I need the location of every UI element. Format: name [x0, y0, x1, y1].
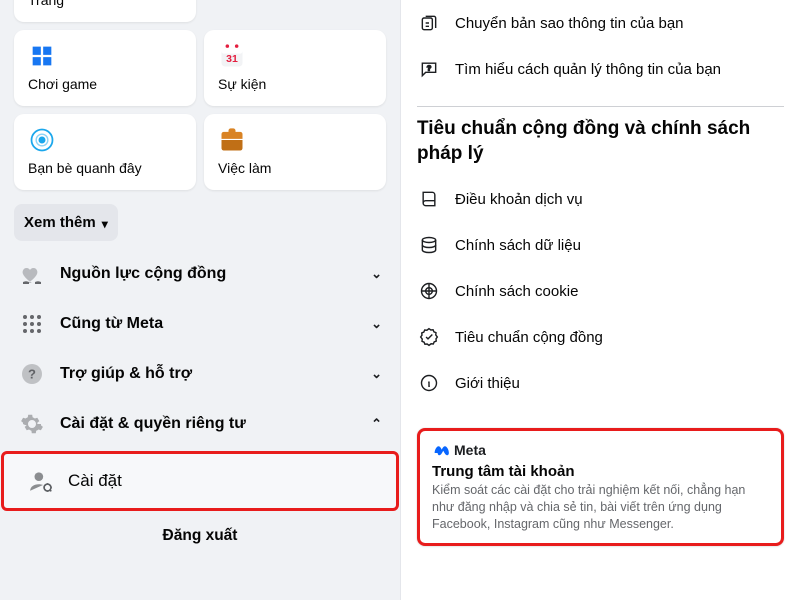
shortcut-card-nearby[interactable]: Bạn bè quanh đây: [14, 114, 196, 190]
row-about[interactable]: Giới thiệu: [417, 360, 784, 406]
section-heading-policies: Tiêu chuẩn cộng đồng và chính sách pháp …: [417, 117, 784, 166]
chevron-down-icon: ⌄: [371, 366, 382, 382]
chevron-down-icon: ⌄: [371, 266, 382, 282]
heart-hands-icon: [18, 260, 46, 288]
shortcut-label: Việc làm: [218, 160, 372, 176]
meta-logo: Meta: [432, 441, 769, 459]
badge-check-icon: [417, 325, 441, 349]
right-policies-pane: Chuyển bản sao thông tin của bạn ? Tìm h…: [400, 0, 800, 600]
chevron-up-icon: ⌃: [371, 416, 382, 432]
svg-text:31: 31: [226, 53, 238, 65]
person-gear-icon: [28, 468, 54, 494]
row-manage-info[interactable]: ? Tìm hiểu cách quản lý thông tin của bạ…: [417, 46, 784, 92]
left-menu-pane: Trang Chơi game 31 Sự kiện Bạn bè quanh …: [0, 0, 400, 600]
expand-row-also-from-meta[interactable]: Cũng từ Meta ⌄: [0, 299, 400, 349]
row-data-policy[interactable]: Chính sách dữ liệu: [417, 222, 784, 268]
help-icon: ?: [18, 360, 46, 388]
shortcut-card-jobs[interactable]: Việc làm: [204, 114, 386, 190]
meta-card-title: Trung tâm tài khoản: [432, 463, 769, 480]
shortcut-label: Sự kiện: [218, 76, 372, 92]
logout-button[interactable]: Đăng xuất: [0, 513, 400, 555]
book-icon: [417, 187, 441, 211]
svg-text:?: ?: [28, 367, 36, 382]
expand-row-label: Cũng từ Meta: [60, 315, 357, 333]
shortcut-card-pages[interactable]: Trang: [14, 0, 196, 22]
svg-text:?: ?: [427, 63, 432, 72]
chevron-down-icon: ⌄: [371, 316, 382, 332]
meta-brand-text: Meta: [454, 442, 486, 458]
expand-row-label: Nguồn lực cộng đồng: [60, 265, 357, 283]
row-community-standards[interactable]: Tiêu chuẩn cộng đồng: [417, 314, 784, 360]
expand-row-settings-privacy[interactable]: Cài đặt & quyền riêng tư ⌃: [0, 399, 400, 449]
grid-icon: [18, 310, 46, 338]
expand-row-help-support[interactable]: ? Trợ giúp & hỗ trợ ⌄: [0, 349, 400, 399]
row-terms[interactable]: Điều khoản dịch vụ: [417, 176, 784, 222]
row-label: Điều khoản dịch vụ: [455, 191, 583, 208]
briefcase-icon: [218, 126, 246, 154]
data-icon: [417, 233, 441, 257]
calendar-icon: 31: [218, 42, 246, 70]
row-label: Giới thiệu: [455, 375, 520, 392]
expand-row-label: Trợ giúp & hỗ trợ: [60, 365, 357, 383]
row-label: Chính sách dữ liệu: [455, 237, 581, 254]
divider: [417, 106, 784, 107]
nearby-icon: [28, 126, 56, 154]
sub-row-settings[interactable]: Cài đặt: [1, 451, 399, 511]
expand-row-label: Cài đặt & quyền riêng tư: [60, 415, 357, 433]
meta-card-description: Kiểm soát các cài đặt cho trải nghiệm kế…: [432, 482, 769, 533]
sub-row-label: Cài đặt: [68, 471, 122, 491]
info-icon: [417, 371, 441, 395]
row-label: Chính sách cookie: [455, 283, 578, 300]
shortcut-card-events[interactable]: 31 Sự kiện: [204, 30, 386, 106]
shortcut-label: Trang: [28, 0, 182, 8]
row-transfer-copy[interactable]: Chuyển bản sao thông tin của bạn: [417, 0, 784, 46]
logout-label: Đăng xuất: [163, 527, 238, 544]
shortcut-grid: Trang Chơi game 31 Sự kiện Bạn bè quanh …: [0, 0, 400, 190]
chevron-down-icon: ▾: [102, 217, 108, 231]
shortcut-card-games[interactable]: Chơi game: [14, 30, 196, 106]
cookie-icon: [417, 279, 441, 303]
gear-icon: [18, 410, 46, 438]
shortcut-label: Bạn bè quanh đây: [28, 160, 182, 176]
see-more-button[interactable]: Xem thêm ▾: [14, 204, 118, 241]
shortcut-label: Chơi game: [28, 76, 182, 92]
row-label: Tiêu chuẩn cộng đồng: [455, 329, 603, 346]
row-label: Tìm hiểu cách quản lý thông tin của bạn: [455, 61, 721, 78]
expand-row-community-resources[interactable]: Nguồn lực cộng đồng ⌄: [0, 249, 400, 299]
game-icon: [28, 42, 56, 70]
row-cookie-policy[interactable]: Chính sách cookie: [417, 268, 784, 314]
see-more-label: Xem thêm: [24, 214, 96, 231]
question-bubble-icon: ?: [417, 57, 441, 81]
row-label: Chuyển bản sao thông tin của bạn: [455, 15, 684, 32]
meta-accounts-center-card[interactable]: Meta Trung tâm tài khoản Kiểm soát các c…: [417, 428, 784, 546]
transfer-icon: [417, 11, 441, 35]
